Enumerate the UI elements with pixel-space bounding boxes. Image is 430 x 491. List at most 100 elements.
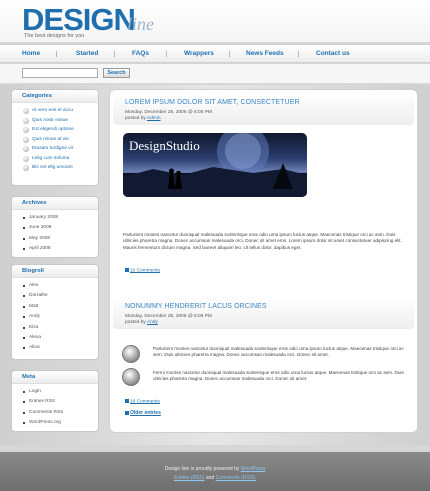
wordpress-link[interactable]: WordPress — [241, 466, 266, 472]
bullet-icon — [23, 117, 29, 124]
nav-separator — [114, 51, 115, 57]
post-body: Parturient montes nascetur duoniqual mal… — [123, 232, 402, 250]
footer-feeds: Entries (RSS) and Comments (RSS). — [173, 475, 257, 481]
site-logo[interactable]: DESIGN — [22, 3, 136, 37]
post-item-text: Fermi montes nascetur duoniqual malesuad… — [153, 370, 404, 382]
post-title[interactable]: LOREM IPSUM DOLOR SIT AMET, CONSECTETUER — [125, 98, 300, 107]
category-item[interactable]: At vero eos et accu — [23, 106, 98, 116]
bullet-icon — [23, 146, 29, 152]
blogroll-item[interactable]: Alex — [23, 281, 98, 291]
search-input[interactable] — [22, 68, 98, 78]
categories-widget: Categories At vero eos et accu Quis nost… — [11, 89, 99, 186]
bullet-icon — [23, 165, 29, 171]
bullet-icon — [23, 326, 25, 329]
comments-link[interactable]: 10 Comments — [125, 399, 160, 405]
category-item[interactable]: Quis nostr exitue — [23, 116, 98, 126]
bullet-icon — [23, 401, 25, 404]
bullet-icon — [23, 136, 29, 143]
post-item-text: Parturient montes nascetur duoniqual mal… — [153, 346, 404, 358]
blogroll-item[interactable]: Matt — [23, 302, 98, 312]
nav-started[interactable]: Started — [76, 49, 98, 58]
nav-separator — [229, 51, 230, 57]
post-title[interactable]: NONUMMY HENDRERIT LACUS ORCINES — [125, 302, 267, 311]
category-item[interactable]: Etusam turdigne vir — [23, 144, 98, 154]
bullet-icon — [23, 316, 25, 319]
footer-powered-by: Design line is proudly powered by WordPr… — [164, 466, 266, 472]
main-nav: Home Started FAQs Wrappers News Feeds Co… — [0, 44, 430, 63]
blogroll-item[interactable]: Dorrathe — [23, 291, 98, 301]
blogroll-item[interactable]: Elza — [23, 323, 98, 333]
post-header: LOREM IPSUM DOLOR SIT AMET, CONSECTETUER… — [113, 93, 414, 125]
meta-item[interactable]: Comments RSS — [23, 408, 98, 418]
site-header: DESIGN line The best designs for you — [0, 0, 430, 42]
category-item[interactable]: Est eligendi optione — [23, 125, 98, 135]
bullet-icon — [23, 127, 29, 133]
nav-faqs[interactable]: FAQs — [132, 49, 149, 58]
site-tagline: The best designs for you — [24, 33, 85, 39]
bullet-icon — [23, 155, 29, 162]
bullet-icon — [23, 305, 25, 308]
site-footer: Design line is proudly powered by WordPr… — [0, 452, 430, 491]
speech-bubble-icon — [122, 368, 140, 386]
nav-separator — [298, 51, 299, 57]
meta-item[interactable]: Login — [23, 387, 98, 397]
category-item[interactable]: Bis vet ellg umoutri — [23, 163, 98, 173]
comments-rss-link[interactable]: Comments (RSS). — [216, 475, 257, 481]
category-item[interactable]: Lelig cum soluma — [23, 154, 98, 164]
meta-item[interactable]: WordPress.org — [23, 418, 98, 428]
bullet-icon — [23, 422, 25, 425]
meta-list: Login Entries RSS Comments RSS WordPress… — [12, 384, 98, 429]
nav-home[interactable]: Home — [22, 49, 40, 58]
blogroll-list: Alex Dorrathe Matt Andy Elza Alexa Alina — [12, 278, 98, 354]
archive-item[interactable]: April 2008 — [23, 244, 98, 254]
archive-item[interactable]: May 2008 — [23, 234, 98, 244]
comment-icon — [125, 268, 129, 272]
meta-title: Meta — [12, 371, 98, 384]
meta-item[interactable]: Entries RSS — [23, 397, 98, 407]
nav-separator — [56, 51, 57, 57]
bullet-icon — [23, 217, 25, 219]
bullet-icon — [23, 411, 25, 414]
bullet-icon — [23, 237, 25, 240]
bullet-icon — [23, 227, 25, 230]
post-author-link[interactable]: Admin — [147, 116, 161, 121]
nav-contact-us[interactable]: Contact us — [316, 49, 350, 58]
nav-separator — [166, 51, 167, 57]
blogroll-item[interactable]: Alexa — [23, 333, 98, 343]
post-banner-image: DesignStudio — [123, 133, 307, 197]
category-item[interactable]: Quis minus at vie — [23, 135, 98, 145]
arrow-icon — [125, 410, 129, 415]
post-author-line: posted by Andy — [125, 320, 158, 325]
bullet-icon — [23, 391, 25, 393]
comment-icon — [125, 399, 129, 403]
archives-list: January 2008 June 2008 May 2008 April 20… — [12, 210, 98, 255]
post-author-link[interactable]: Andy — [147, 320, 158, 325]
bullet-icon — [23, 285, 25, 287]
search-button[interactable]: Search — [103, 68, 130, 78]
entries-rss-link[interactable]: Entries (RSS) — [174, 475, 205, 481]
meta-widget: Meta Login Entries RSS Comments RSS Word… — [11, 370, 99, 432]
bullet-icon — [23, 248, 25, 251]
bullet-icon — [23, 108, 29, 114]
archives-widget: Archives January 2008 June 2008 May 2008… — [11, 196, 99, 258]
categories-title: Categories — [12, 90, 98, 103]
comments-link[interactable]: 10 Comments — [125, 268, 160, 274]
search-bar: Search — [0, 64, 430, 84]
blogroll-item[interactable]: Andy — [23, 312, 98, 322]
nav-news-feeds[interactable]: News Feeds — [246, 49, 284, 58]
categories-list: At vero eos et accu Quis nostr exitue Es… — [12, 103, 98, 173]
chat-bubble-icon — [122, 345, 140, 363]
bullet-icon — [23, 347, 25, 350]
blogroll-title: Blogroll — [12, 265, 98, 278]
blogroll-item[interactable]: Alina — [23, 343, 98, 353]
bullet-icon — [23, 337, 25, 340]
archive-item[interactable]: January 2008 — [23, 213, 98, 223]
nav-wrappers[interactable]: Wrappers — [184, 49, 214, 58]
post-header: NONUMMY HENDRERIT LACUS ORCINES Monday, … — [113, 297, 414, 329]
archive-item[interactable]: June 2008 — [23, 223, 98, 233]
older-entries-link[interactable]: Older entries — [125, 410, 161, 416]
blogroll-widget: Blogroll Alex Dorrathe Matt Andy Elza Al… — [11, 264, 99, 360]
post-author-line: posted by Admin — [125, 116, 161, 121]
site-logo-sub: line — [127, 14, 154, 34]
bullet-icon — [23, 295, 25, 298]
